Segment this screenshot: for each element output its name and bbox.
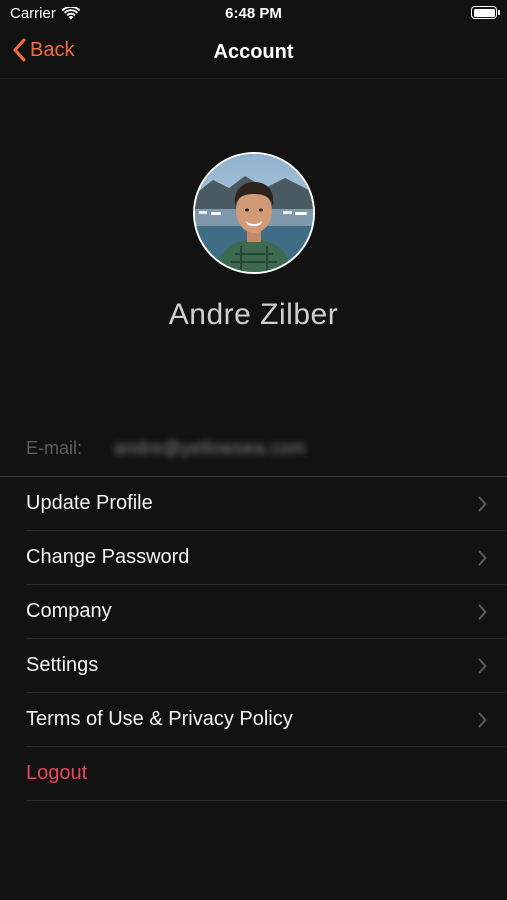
menu-item-change-password[interactable]: Change Password [26,531,507,585]
avatar [193,152,315,274]
chevron-right-icon [478,604,487,620]
battery-icon [471,6,500,19]
logout-label: Logout [26,762,88,784]
menu-item-update-profile[interactable]: Update Profile [26,477,507,531]
battery-tip [498,10,500,15]
menu-item-label: Terms of Use & Privacy Policy [26,708,293,730]
logout-button[interactable]: Logout [26,747,507,801]
menu-item-settings[interactable]: Settings [26,639,507,693]
profile-name: Andre Zilber [168,298,339,331]
email-row: E-mail: andre@yellowsea.com [26,438,486,459]
menu-item-label: Company [26,600,112,622]
status-time: 6:48 PM [225,5,282,22]
chevron-right-icon [478,658,487,674]
chevron-right-icon [478,712,487,728]
menu-item-company[interactable]: Company [26,585,507,639]
navigation-bar: Back Account [0,28,507,79]
status-bar: Carrier 6:48 PM [0,0,507,28]
chevron-right-icon [478,550,487,566]
battery-level [473,8,495,17]
email-value: andre@yellowsea.com [114,438,306,458]
menu-item-label: Update Profile [26,492,153,514]
profile-photo [195,154,313,272]
account-menu: Update Profile Change Password Company S… [0,477,507,801]
email-label: E-mail: [26,438,83,458]
menu-item-label: Change Password [26,546,190,568]
page-title: Account [213,41,294,63]
menu-item-terms-privacy[interactable]: Terms of Use & Privacy Policy [26,693,507,747]
chevron-right-icon [478,496,487,512]
menu-item-label: Settings [26,654,99,676]
